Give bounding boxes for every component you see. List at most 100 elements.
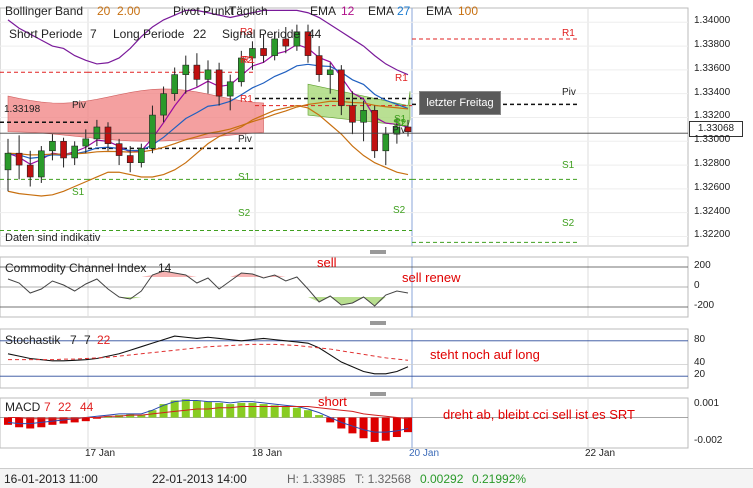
candle-body <box>149 114 156 149</box>
candle-body <box>138 148 145 163</box>
annotation-sell: sell <box>317 255 337 270</box>
macd-param: 44 <box>80 400 94 414</box>
candle-body <box>326 69 334 75</box>
price-axis-tick: 1.32200 <box>694 229 731 241</box>
cci-axis-tick: -200 <box>694 300 715 311</box>
cci-title: Commodity Channel Index <box>5 261 147 275</box>
price-axis-tick: 1.32600 <box>694 181 731 193</box>
candle-body <box>104 126 112 144</box>
macd-histogram-bar <box>204 401 212 418</box>
candle-body <box>82 138 90 147</box>
candle-body <box>271 38 278 56</box>
candle-body <box>338 69 345 106</box>
pivot-label: S1 <box>562 160 575 171</box>
pivot-label: S2 <box>393 205 406 216</box>
macd-histogram-bar <box>215 402 224 418</box>
pivot-label: R1 <box>395 73 408 84</box>
candle-body <box>215 69 223 97</box>
panel-resize-handle <box>370 321 386 325</box>
candle-body <box>204 69 212 80</box>
legend-item: 7 <box>90 27 97 41</box>
candle-body <box>182 64 190 75</box>
legend-item: Signal Periode <box>222 27 301 41</box>
macd-histogram-bar <box>381 417 390 441</box>
pivot-label: R1 <box>562 28 575 39</box>
legend-item: Long Periode <box>113 27 185 41</box>
candle-body <box>315 55 323 75</box>
macd-param: 7 <box>44 400 51 414</box>
annotation-srt: dreht ab, bleibt cci sell ist es SRT <box>443 407 635 422</box>
stoch-axis-tick: 40 <box>694 357 706 369</box>
cci-param: 14 <box>158 261 172 275</box>
price-axis-tick: 1.32800 <box>694 158 731 170</box>
macd-histogram-bar <box>315 415 324 418</box>
macd-histogram-bar <box>270 405 279 418</box>
candle-body <box>260 48 267 56</box>
legend-item: 27 <box>397 4 411 18</box>
candle-body <box>371 110 378 152</box>
status-change-pct: 0.21992% <box>472 472 527 486</box>
annotation-long: steht noch auf long <box>430 347 540 362</box>
macd-axis-tick: -0.002 <box>694 434 723 446</box>
candle-body <box>4 152 12 171</box>
legend-item: 22 <box>193 27 207 41</box>
macd-histogram-bar <box>281 406 290 418</box>
macd-histogram-bar <box>226 404 235 418</box>
macd-axis-tick: 0.001 <box>694 398 720 410</box>
status-low: T: 1.32568 <box>355 472 412 486</box>
pivot-label: S2 <box>238 208 251 219</box>
legend-item: Bollinger Band <box>5 4 84 18</box>
candle-body <box>126 155 134 163</box>
price-axis-tick: 1.33200 <box>694 110 731 122</box>
macd-histogram-bar <box>370 417 379 442</box>
macd-histogram-bar <box>359 417 368 439</box>
candle-body <box>171 74 178 94</box>
time-axis-tick: 18 Jan <box>252 448 283 459</box>
macd-histogram-bar <box>248 402 257 418</box>
status-change: 0.00292 <box>420 472 464 486</box>
legend-item: 100 <box>458 4 479 18</box>
chart-stage: Daten sind indikativ 1.33068 letzter Fre… <box>0 0 753 488</box>
macd-histogram-bar <box>392 417 401 438</box>
candle-body <box>382 133 390 152</box>
macd-histogram-bar <box>292 407 301 418</box>
candle-body <box>60 140 67 159</box>
price-axis-tick: 1.33600 <box>694 62 731 74</box>
pivot-label: Piv <box>238 134 252 145</box>
legend-item: EMA <box>310 4 337 18</box>
price-axis-tick: 1.33800 <box>694 39 731 51</box>
macd-histogram-bar <box>404 417 412 433</box>
macd-param: 22 <box>58 400 72 414</box>
stoch-param: 7 <box>70 333 77 347</box>
candle-body <box>115 143 123 156</box>
pivot-label: R1 <box>240 94 253 105</box>
candle-body <box>193 64 201 80</box>
candle-body <box>160 93 167 116</box>
time-axis-tick: 22 Jan <box>585 448 616 459</box>
time-axis-tick: 20 Jan <box>409 448 440 459</box>
annotation-short: short <box>318 394 347 409</box>
pivot-label: R2 <box>240 55 253 66</box>
pivot-label: Piv <box>72 100 86 111</box>
pivot-label: S1 <box>238 172 251 183</box>
legend-item: EMA <box>426 4 453 18</box>
candle-body <box>15 152 23 166</box>
candle-body <box>349 105 356 123</box>
legend-item: EMA <box>368 4 395 18</box>
price-axis-tick: 1.33000 <box>694 134 731 146</box>
macd-histogram-bar <box>4 417 12 425</box>
legend-item: 2.00 <box>117 4 141 18</box>
price-axis-tick: 1.32400 <box>694 205 731 217</box>
macd-histogram-bar <box>15 417 24 428</box>
candle-body <box>360 110 367 123</box>
status-high: H: 1.33985 <box>287 472 346 486</box>
candle-body <box>26 164 34 178</box>
macd-title: MACD <box>5 400 41 414</box>
cci-axis-tick: 0 <box>694 280 700 291</box>
cci-axis-tick: 200 <box>694 260 711 271</box>
price-axis-tick: 1.33400 <box>694 86 731 98</box>
candle-body <box>226 81 234 97</box>
status-end: 22-01-2013 14:00 <box>152 472 247 486</box>
pivot-label: S1 <box>394 114 407 125</box>
candle-body <box>49 140 56 152</box>
